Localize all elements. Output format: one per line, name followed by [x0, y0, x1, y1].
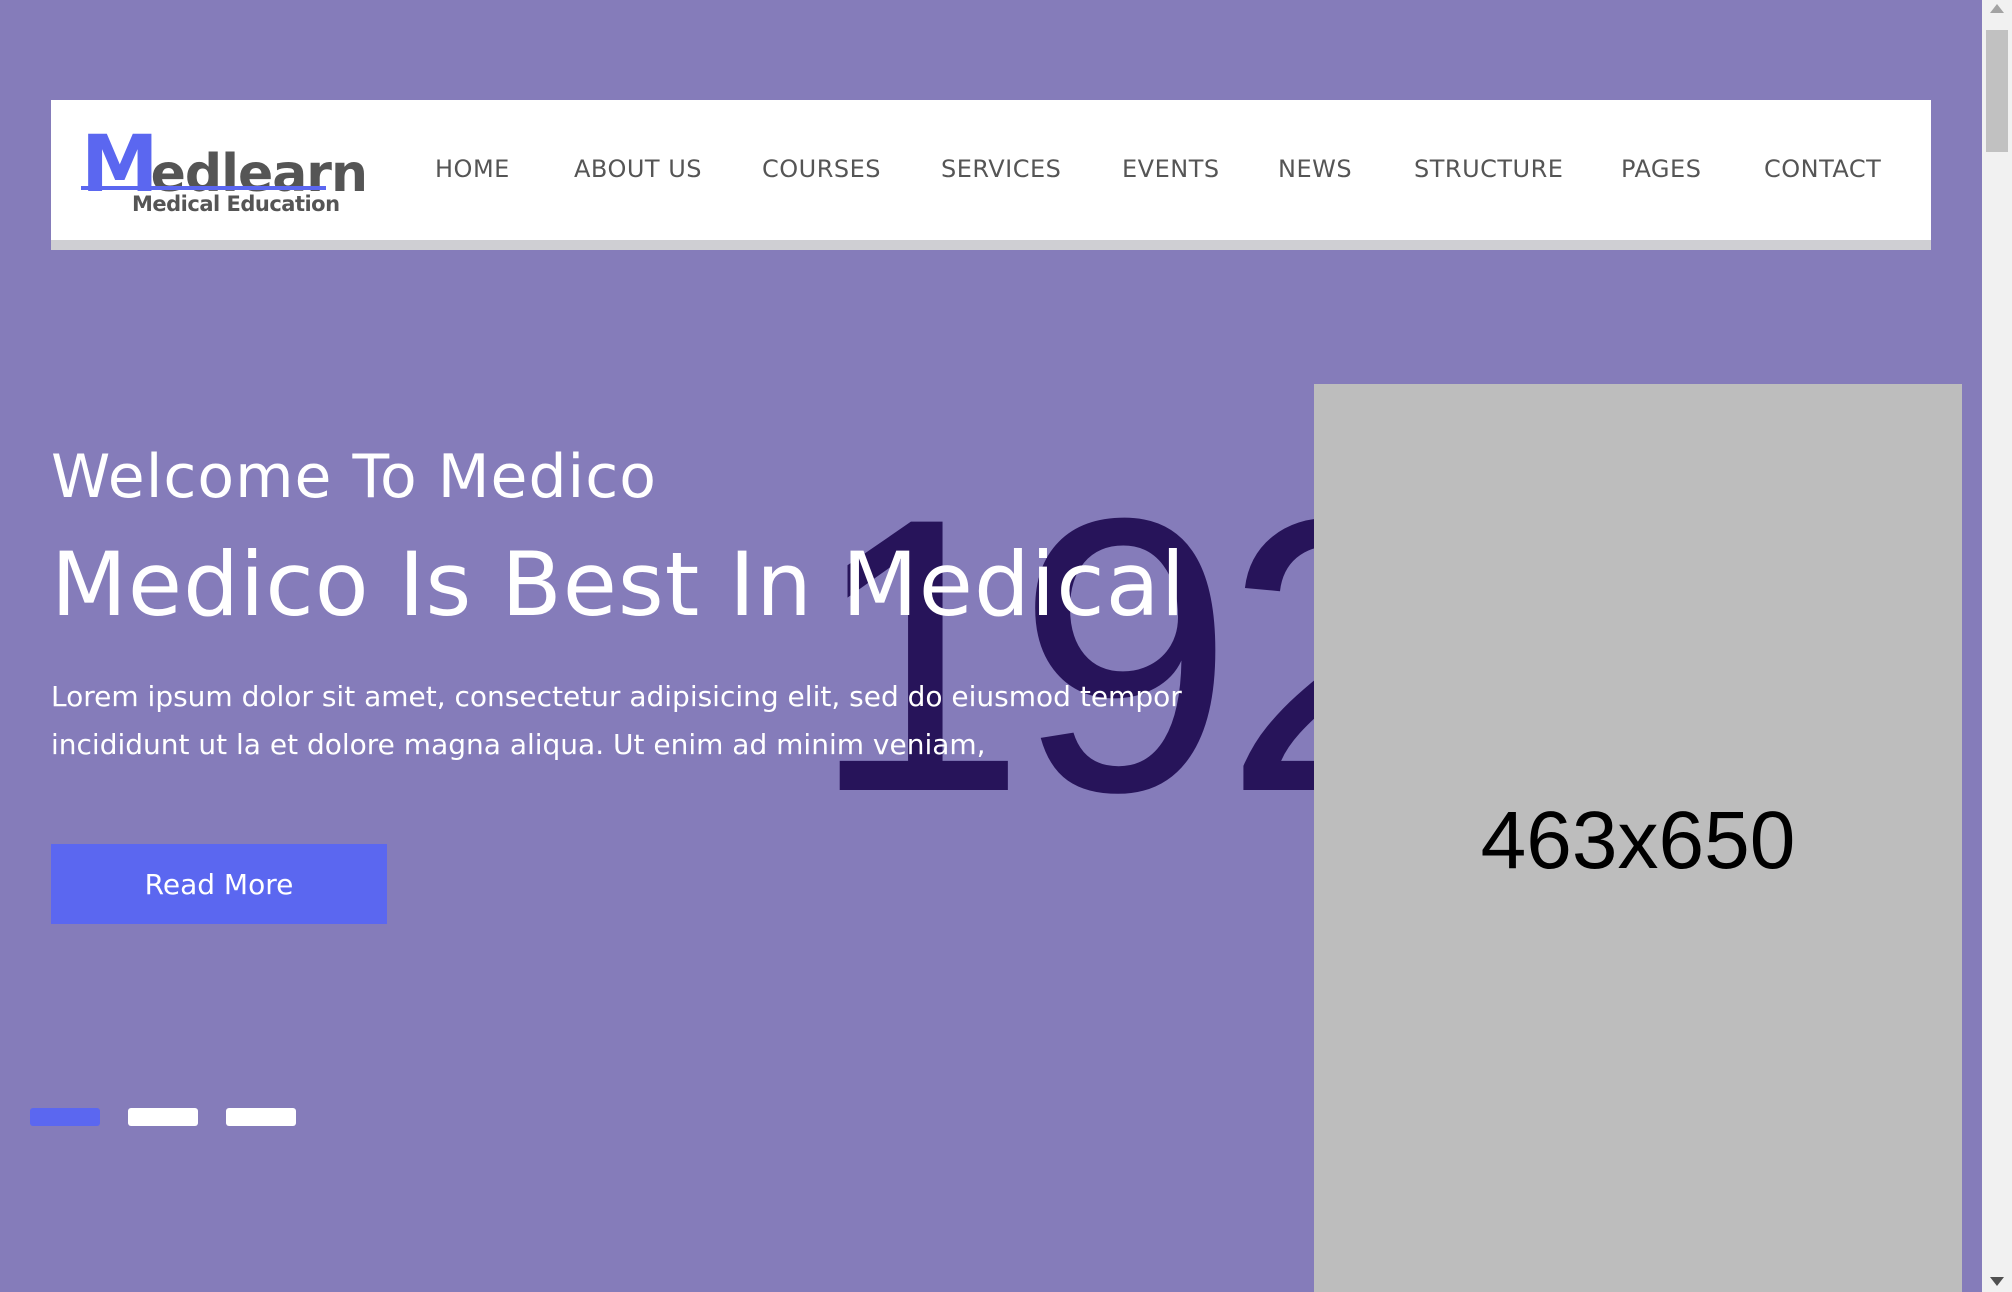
nav-item-services[interactable]: SERVICES [941, 155, 1061, 183]
nav-item-courses[interactable]: COURSES [762, 155, 881, 183]
scroll-down-arrow-icon[interactable] [1990, 1277, 2004, 1286]
nav-item-structure[interactable]: STRUCTURE [1414, 155, 1563, 183]
header-bottom-border [51, 240, 1931, 250]
hero-description-line-1: Lorem ipsum dolor sit amet, consectetur … [51, 680, 1182, 713]
hero-description: Lorem ipsum dolor sit amet, consectetur … [51, 673, 1191, 769]
site-header: Medlearn Medical Education HOME ABOUT US… [51, 100, 1931, 240]
nav-item-events[interactable]: EVENTS [1122, 155, 1220, 183]
nav-item-about-us[interactable]: ABOUT US [574, 155, 702, 183]
hero-image-placeholder: 463x650 [1314, 384, 1962, 1292]
hero-description-line-2: incididunt ut la et dolore magna aliqua.… [51, 728, 986, 761]
slider-dot-3[interactable] [226, 1108, 296, 1126]
nav-item-contact[interactable]: CONTACT [1764, 155, 1881, 183]
slider-dot-1[interactable] [30, 1108, 100, 1126]
scroll-up-arrow-icon[interactable] [1990, 4, 2004, 13]
scrollbar-thumb[interactable] [1986, 30, 2008, 152]
nav-item-news[interactable]: NEWS [1278, 155, 1352, 183]
placeholder-size-label: 463x650 [1480, 795, 1796, 886]
page-scrollbar[interactable] [1982, 0, 2012, 1292]
hero-title: Medico Is Best In Medical [51, 533, 1187, 636]
main-navigation: HOME ABOUT US COURSES SERVICES EVENTS NE… [51, 100, 1931, 240]
hero-subtitle: Welcome To Medico [51, 442, 657, 512]
nav-item-home[interactable]: HOME [435, 155, 510, 183]
slider-dot-2[interactable] [128, 1108, 198, 1126]
read-more-button[interactable]: Read More [51, 844, 387, 924]
nav-item-pages[interactable]: PAGES [1621, 155, 1701, 183]
